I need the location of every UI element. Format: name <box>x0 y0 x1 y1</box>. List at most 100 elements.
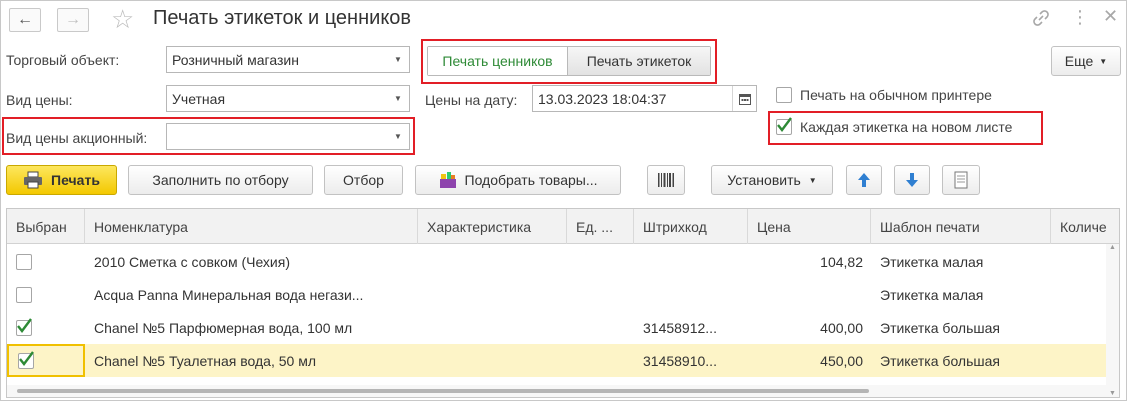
pick-goods-label: Подобрать товары... <box>464 172 598 188</box>
cell-name: 2010 Сметка с совком (Чехия) <box>94 253 290 270</box>
forward-button[interactable]: → <box>57 8 89 32</box>
table-row[interactable]: 2010 Сметка с совком (Чехия) 104,82 Этикет… <box>7 245 1107 278</box>
cell-template: Этикетка малая <box>880 286 984 303</box>
move-down-button[interactable] <box>894 165 930 195</box>
pick-goods-icon <box>439 172 456 188</box>
selected-cell[interactable] <box>7 344 85 377</box>
row-checkbox[interactable] <box>18 350 34 369</box>
more-button[interactable]: Еще ▼ <box>1051 46 1121 76</box>
checkmark-icon <box>17 317 32 333</box>
table-row[interactable]: Chanel №5 Туалетная вода, 50 мл 31458910.… <box>7 344 1107 377</box>
print-button[interactable]: Печать <box>6 165 117 195</box>
arrow-right-icon: → <box>65 11 81 28</box>
arrow-up-icon <box>858 173 870 187</box>
cell-template: Этикетка малая <box>880 253 984 270</box>
price-date-label: Цены на дату: <box>425 92 518 108</box>
cell-barcode: 31458910... <box>643 352 717 369</box>
column-header-item[interactable]: Номенклатура <box>85 209 418 244</box>
trade-object-label: Торговый объект: <box>6 52 120 68</box>
cell-price: 400,00 <box>820 319 863 336</box>
close-icon[interactable]: ✕ <box>1103 6 1118 27</box>
price-type-select[interactable]: Учетная ▼ <box>166 85 410 112</box>
print-button-label: Печать <box>51 172 100 188</box>
cell-template: Этикетка большая <box>880 352 1000 369</box>
chevron-down-icon: ▼ <box>1099 56 1108 66</box>
column-header-selected[interactable]: Выбран <box>7 209 85 244</box>
row-checkbox[interactable] <box>16 253 32 270</box>
printer-icon <box>24 171 43 189</box>
vertical-scrollbar[interactable]: ▲ ▼ <box>1106 244 1119 397</box>
scroll-up-icon[interactable]: ▲ <box>1109 244 1116 251</box>
chevron-down-icon: ▼ <box>808 175 817 185</box>
column-header-barcode[interactable]: Штрихкод <box>634 209 748 244</box>
pick-goods-button[interactable]: Подобрать товары... <box>415 165 621 195</box>
column-header-quantity[interactable]: Количе <box>1051 209 1107 244</box>
trade-object-value: Розничный магазин <box>172 51 299 68</box>
cell-barcode <box>634 245 748 278</box>
more-vertical-icon[interactable]: ⋮ <box>1071 7 1089 28</box>
filter-button[interactable]: Отбор <box>324 165 403 195</box>
set-button-label: Установить <box>727 172 801 188</box>
column-header-unit[interactable]: Ед. ... <box>567 209 634 244</box>
selected-cell[interactable] <box>7 311 85 344</box>
cell-characteristic <box>418 344 567 377</box>
items-table: Выбран Номенклатура Характеристика Ед. .… <box>6 208 1120 398</box>
cell-unit <box>567 278 634 311</box>
highlight-mode-switch <box>421 39 717 84</box>
cell-unit <box>567 344 634 377</box>
horizontal-scrollbar[interactable] <box>7 385 1107 397</box>
dropdown-arrow-icon[interactable]: ▼ <box>387 47 409 72</box>
scroll-down-icon[interactable]: ▼ <box>1109 390 1116 397</box>
document-button[interactable] <box>942 165 980 195</box>
cell-template: Этикетка большая <box>880 319 1000 336</box>
checkmark-icon <box>19 350 34 366</box>
cell-characteristic <box>418 278 567 311</box>
horizontal-scroll-thumb[interactable] <box>17 389 869 393</box>
cell-barcode <box>634 278 748 311</box>
window-title: Печать этикеток и ценников <box>153 7 412 29</box>
price-type-label: Вид цены: <box>6 92 73 108</box>
dropdown-arrow-icon[interactable]: ▼ <box>387 86 409 111</box>
back-button[interactable]: ← <box>9 8 41 32</box>
cell-name: Acqua Panna Минеральная вода негази... <box>94 286 364 303</box>
cell-price <box>748 278 871 311</box>
column-header-characteristic[interactable]: Характеристика <box>418 209 567 244</box>
arrow-down-icon <box>906 173 918 187</box>
arrow-left-icon: ← <box>17 11 33 28</box>
plain-printer-checkbox[interactable] <box>776 87 792 103</box>
fill-by-filter-button[interactable]: Заполнить по отбору <box>128 165 313 195</box>
calendar-icon[interactable] <box>732 86 756 111</box>
price-type-value: Учетная <box>172 90 226 107</box>
row-checkbox[interactable] <box>16 317 32 336</box>
price-date-value: 13.03.2023 18:04:37 <box>538 90 667 107</box>
table-row[interactable]: Chanel №5 Парфюмерная вода, 100 мл 314589… <box>7 311 1107 344</box>
column-header-template[interactable]: Шаблон печати <box>871 209 1051 244</box>
cell-characteristic <box>418 311 567 344</box>
cell-name: Chanel №5 Парфюмерная вода, 100 мл <box>94 319 353 336</box>
document-icon <box>954 171 968 189</box>
plain-printer-label: Печать на обычном принтере <box>800 87 992 103</box>
cell-barcode: 31458912... <box>643 319 717 336</box>
trade-object-select[interactable]: Розничный магазин ▼ <box>166 46 410 73</box>
selected-cell[interactable] <box>7 245 85 278</box>
link-icon[interactable] <box>1032 9 1050 32</box>
favorite-star-icon[interactable]: ☆ <box>111 6 134 32</box>
cell-price: 450,00 <box>820 352 863 369</box>
table-header: Выбран Номенклатура Характеристика Ед. .… <box>7 209 1119 244</box>
table-row[interactable]: Acqua Panna Минеральная вода негази... Эт… <box>7 278 1107 311</box>
column-header-price[interactable]: Цена <box>748 209 871 244</box>
selected-cell[interactable] <box>7 278 85 311</box>
price-date-input[interactable]: 13.03.2023 18:04:37 <box>532 85 757 112</box>
move-up-button[interactable] <box>846 165 882 195</box>
cell-unit <box>567 245 634 278</box>
more-button-label: Еще <box>1064 53 1094 69</box>
cell-price: 104,82 <box>820 253 863 270</box>
highlight-promo-price <box>2 117 415 155</box>
print-labels-window: ← → ☆ Печать этикеток и ценников ⋮ ✕ Тор… <box>0 0 1127 401</box>
set-button[interactable]: Установить ▼ <box>711 165 833 195</box>
barcode-scan-button[interactable] <box>647 165 685 195</box>
cell-unit <box>567 311 634 344</box>
highlight-new-sheet <box>768 111 1043 145</box>
cell-characteristic <box>418 245 567 278</box>
row-checkbox[interactable] <box>16 286 32 303</box>
